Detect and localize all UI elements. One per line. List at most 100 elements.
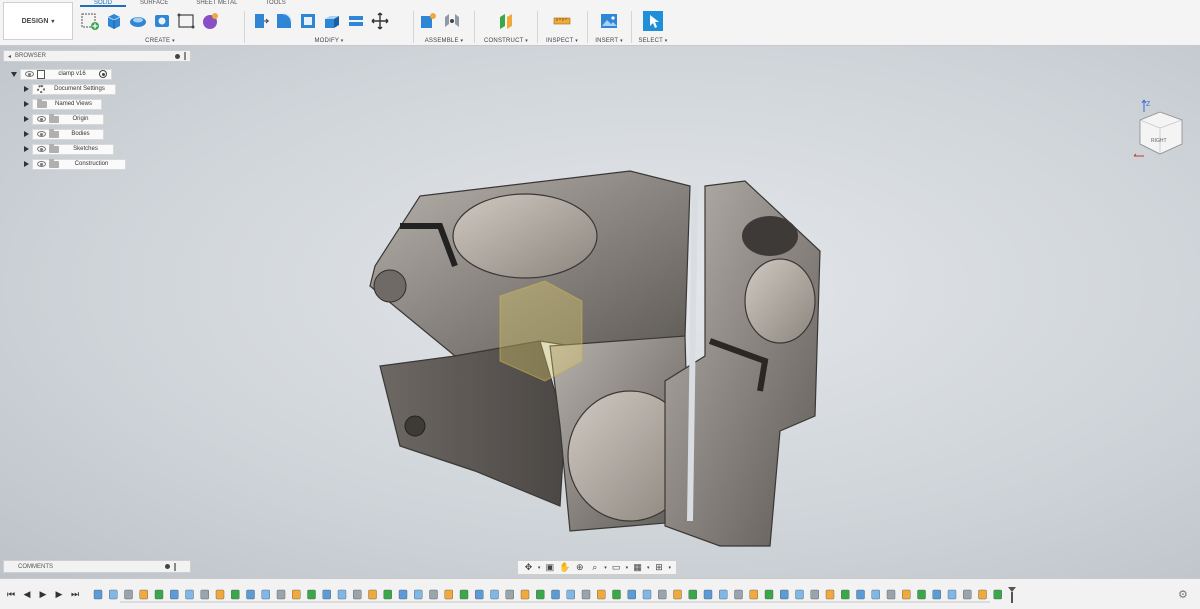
chevron-down-icon[interactable]: ▾ bbox=[538, 565, 541, 571]
timeline-feature-marker[interactable] bbox=[810, 589, 819, 600]
timeline-feature-marker[interactable] bbox=[581, 589, 591, 600]
timeline-feature-marker[interactable] bbox=[993, 589, 1002, 600]
collapse-triangle-icon[interactable] bbox=[11, 71, 17, 77]
create-sketch-icon[interactable] bbox=[80, 11, 100, 31]
timeline-feature-marker[interactable] bbox=[383, 589, 392, 600]
browser-item-construction[interactable]: Construction bbox=[24, 158, 126, 170]
activate-radio-icon[interactable] bbox=[99, 70, 107, 78]
timeline-feature-marker[interactable] bbox=[398, 589, 408, 600]
timeline-feature-marker[interactable] bbox=[429, 589, 438, 600]
press-pull-icon[interactable] bbox=[250, 11, 270, 31]
timeline-feature-marker[interactable] bbox=[459, 589, 469, 600]
browser-node[interactable]: Origin bbox=[32, 113, 104, 125]
timeline-feature-marker[interactable] bbox=[505, 589, 514, 600]
go-to-start-icon[interactable]: ⏮ bbox=[6, 589, 16, 599]
visibility-eye-icon[interactable] bbox=[37, 161, 46, 167]
rectangle-icon[interactable] bbox=[176, 11, 196, 31]
timeline-feature-marker[interactable] bbox=[856, 589, 865, 600]
timeline-feature-marker[interactable] bbox=[368, 589, 377, 600]
timeline-feature-marker[interactable] bbox=[825, 589, 835, 600]
browser-node[interactable]: Sketches bbox=[32, 143, 114, 155]
timeline-feature-marker[interactable] bbox=[246, 589, 255, 600]
workspace-switcher[interactable]: DESIGN ▾ bbox=[3, 2, 73, 40]
form-icon[interactable] bbox=[200, 11, 220, 31]
timeline-feature-marker[interactable] bbox=[307, 589, 316, 600]
sweep-icon[interactable] bbox=[152, 11, 172, 31]
browser-collapse-icon[interactable]: ◂ bbox=[8, 53, 11, 60]
timeline-marker-handle[interactable] bbox=[1008, 587, 1016, 603]
joint-icon[interactable] bbox=[442, 11, 462, 31]
display-settings-icon[interactable]: ▭ bbox=[611, 562, 622, 573]
chevron-down-icon[interactable]: ▾ bbox=[604, 565, 607, 571]
timeline-feature-marker[interactable] bbox=[597, 589, 606, 600]
timeline-feature-marker[interactable] bbox=[200, 589, 209, 600]
shell-icon[interactable] bbox=[298, 11, 318, 31]
add-comment-icon[interactable] bbox=[165, 564, 170, 569]
timeline-feature-marker[interactable] bbox=[215, 589, 225, 600]
timeline-feature-marker[interactable] bbox=[932, 589, 941, 600]
fillet-icon[interactable] bbox=[274, 11, 294, 31]
timeline-feature-marker[interactable] bbox=[520, 589, 530, 600]
timeline-feature-marker[interactable] bbox=[475, 589, 484, 600]
chevron-down-icon[interactable]: ▾ bbox=[626, 565, 629, 571]
timeline-feature-marker[interactable] bbox=[886, 589, 896, 600]
create-label[interactable]: CREATE bbox=[145, 38, 170, 44]
timeline-feature-marker[interactable] bbox=[231, 589, 240, 600]
timeline-feature-marker[interactable] bbox=[978, 589, 987, 600]
timeline-feature-marker[interactable] bbox=[627, 589, 636, 600]
new-component-icon[interactable] bbox=[418, 11, 438, 31]
timeline-feature-marker[interactable] bbox=[703, 589, 713, 600]
timeline-feature-marker[interactable] bbox=[917, 589, 926, 600]
timeline-feature-marker[interactable] bbox=[139, 589, 148, 600]
step-forward-icon[interactable]: ▶ bbox=[54, 589, 64, 599]
timeline-feature-marker[interactable] bbox=[124, 589, 133, 600]
timeline-feature-marker[interactable] bbox=[749, 589, 758, 600]
timeline-feature-marker[interactable] bbox=[719, 589, 728, 600]
offset-plane-icon[interactable] bbox=[496, 11, 516, 31]
inspect-label[interactable]: INSPECT bbox=[546, 38, 573, 44]
browser-header[interactable]: ◂ BROWSER bbox=[3, 50, 191, 62]
orbit-icon[interactable]: ✥ bbox=[523, 562, 534, 573]
timeline-feature-marker[interactable] bbox=[536, 589, 545, 600]
browser-item-bodies[interactable]: Bodies bbox=[24, 128, 104, 140]
timeline-feature-marker[interactable] bbox=[93, 589, 103, 600]
browser-node[interactable]: Named Views bbox=[32, 98, 102, 110]
modify-label[interactable]: MODIFY bbox=[314, 38, 338, 44]
select-label[interactable]: SELECT bbox=[638, 38, 662, 44]
pan-hand-icon[interactable]: ✋ bbox=[559, 562, 570, 573]
panel-grip-icon[interactable] bbox=[184, 52, 186, 60]
timeline-feature-marker[interactable] bbox=[902, 589, 911, 600]
insert-image-icon[interactable] bbox=[599, 11, 619, 31]
timeline-feature-marker[interactable] bbox=[780, 589, 789, 600]
timeline-feature-marker[interactable] bbox=[688, 589, 697, 600]
browser-node[interactable]: Construction bbox=[32, 158, 126, 170]
gear-icon[interactable]: ⚙ bbox=[1178, 588, 1190, 601]
play-icon[interactable]: ▶ bbox=[38, 589, 48, 599]
chevron-down-icon[interactable]: ▾ bbox=[668, 565, 671, 571]
timeline-feature-marker[interactable] bbox=[734, 589, 743, 600]
timeline-feature-marker[interactable] bbox=[292, 589, 301, 600]
tab-sheet-metal[interactable]: SHEET METAL bbox=[182, 0, 251, 7]
timeline-feature-marker[interactable] bbox=[551, 589, 560, 600]
viewports-icon[interactable]: ⊞ bbox=[654, 562, 665, 573]
select-cursor-icon[interactable] bbox=[643, 11, 663, 31]
tab-surface[interactable]: SURFACE bbox=[126, 0, 182, 7]
expand-triangle-icon[interactable] bbox=[24, 131, 29, 137]
split-body-icon[interactable] bbox=[346, 11, 366, 31]
timeline-feature-marker[interactable] bbox=[612, 589, 621, 600]
timeline-feature-marker[interactable] bbox=[566, 589, 575, 600]
look-at-icon[interactable]: ▣ bbox=[544, 562, 555, 573]
expand-triangle-icon[interactable] bbox=[24, 146, 29, 152]
clamp-model[interactable] bbox=[360, 126, 830, 561]
timeline-feature-marker[interactable] bbox=[963, 589, 972, 600]
timeline-feature-track[interactable] bbox=[90, 586, 1020, 604]
timeline-feature-marker[interactable] bbox=[154, 589, 164, 600]
timeline-feature-marker[interactable] bbox=[322, 589, 331, 600]
expand-triangle-icon[interactable] bbox=[24, 116, 29, 122]
timeline-feature-marker[interactable] bbox=[414, 589, 423, 600]
panel-grip-icon[interactable] bbox=[174, 562, 176, 571]
tab-solid[interactable]: SOLID bbox=[80, 0, 127, 7]
zoom-icon[interactable]: ⊕ bbox=[574, 562, 585, 573]
browser-root-row[interactable]: clamp v16 bbox=[11, 68, 112, 80]
browser-item-origin[interactable]: Origin bbox=[24, 113, 104, 125]
